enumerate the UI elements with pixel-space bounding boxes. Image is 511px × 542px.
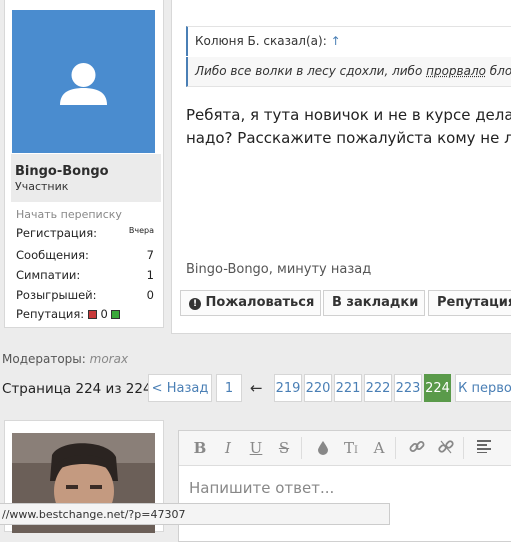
italic-icon[interactable]: I bbox=[217, 439, 239, 457]
username[interactable]: Bingo-Bongo bbox=[15, 164, 109, 179]
stat-value: Вчера bbox=[128, 226, 154, 235]
stat-value: 1 bbox=[146, 268, 154, 282]
stat-label: Симпатии: bbox=[16, 268, 81, 282]
quote-link[interactable]: прорвало bbox=[426, 64, 486, 78]
toolbar-divider bbox=[395, 437, 396, 459]
message-text: Ребята, я тута новичок и не в курсе дела… bbox=[186, 104, 511, 150]
align-icon[interactable] bbox=[473, 439, 495, 457]
alert-icon: ! bbox=[189, 298, 201, 310]
stat-label: Репутация: bbox=[16, 307, 85, 321]
stat-giveaways: Розыгрышей: 0 bbox=[16, 288, 156, 302]
toolbar-divider bbox=[463, 437, 464, 459]
current-page[interactable]: 224 bbox=[424, 374, 451, 402]
avatar[interactable] bbox=[12, 10, 155, 153]
prev-page-button[interactable]: < Назад bbox=[148, 374, 212, 402]
pagination: Страница 224 из 224 < Назад 1 ← 219 220 … bbox=[0, 374, 511, 404]
stat-likes: Симпатии: 1 bbox=[16, 268, 156, 282]
page-link[interactable]: 223 bbox=[394, 374, 422, 402]
ellipsis-arrow-icon: ← bbox=[250, 379, 263, 397]
report-button[interactable]: ! Пожаловаться bbox=[180, 290, 321, 316]
stat-reputation: Репутация: 0 bbox=[16, 307, 156, 321]
stat-messages: Сообщения: 7 bbox=[16, 248, 156, 262]
stat-label: Розыгрышей: bbox=[16, 288, 97, 302]
color-icon[interactable] bbox=[312, 439, 334, 459]
reputation-value: 0 bbox=[100, 307, 108, 321]
link-icon[interactable] bbox=[406, 439, 428, 459]
page-link[interactable]: 1 bbox=[216, 374, 242, 402]
reputation-minus-icon[interactable] bbox=[87, 310, 97, 319]
reply-input-placeholder[interactable]: Напишите ответ... bbox=[189, 479, 334, 497]
reputation-button[interactable]: Репутация bbox=[428, 290, 511, 316]
page-label: Страница 224 из 224 bbox=[2, 381, 152, 397]
status-bar-url: //www.bestchange.net/?p=47307 bbox=[0, 503, 390, 525]
reputation-plus-icon[interactable] bbox=[111, 310, 121, 319]
editor-toolbar: B I U S TI A bbox=[179, 431, 511, 466]
quote-arrow-icon[interactable]: ↑ bbox=[331, 34, 341, 48]
page-link[interactable]: 222 bbox=[364, 374, 392, 402]
start-conversation-link[interactable]: Начать переписку bbox=[16, 208, 122, 221]
bookmark-button[interactable]: В закладки bbox=[323, 290, 425, 316]
quote-text-part: бло bbox=[485, 64, 511, 78]
quote-text: Либо все волки в лесу сдохли, либо прорв… bbox=[186, 57, 511, 87]
quote-header: Колюня Б. сказал(а): ↑ bbox=[186, 26, 511, 56]
page-link[interactable]: 219 bbox=[274, 374, 302, 402]
toolbar-divider bbox=[301, 437, 302, 459]
quote-text-part: Либо все волки в лесу сдохли, либо bbox=[195, 64, 427, 78]
quote-author[interactable]: Колюня Б. сказал(а): bbox=[195, 34, 327, 48]
quote-block: Колюня Б. сказал(а): ↑ Либо все волки в … bbox=[186, 26, 511, 88]
stat-label: Регистрация: bbox=[16, 226, 97, 240]
report-label: Пожаловаться bbox=[205, 295, 315, 310]
stat-value: 7 bbox=[146, 248, 154, 262]
reply-editor[interactable]: B I U S TI A Напишите ответ... bbox=[178, 430, 511, 542]
font-size-icon[interactable]: TI bbox=[340, 439, 362, 457]
page-link[interactable]: 220 bbox=[304, 374, 332, 402]
message-line: Ребята, я тута новичок и не в курсе дела… bbox=[186, 106, 511, 124]
font-icon[interactable]: A bbox=[368, 439, 390, 457]
stat-registration: Регистрация: Вчера bbox=[16, 226, 156, 240]
bold-icon[interactable]: B bbox=[189, 439, 211, 457]
user-placeholder-icon bbox=[60, 63, 107, 105]
page-link[interactable]: 221 bbox=[334, 374, 362, 402]
underline-icon[interactable]: U bbox=[245, 439, 267, 457]
strike-icon[interactable]: S bbox=[273, 439, 295, 457]
moderator-link[interactable]: morax bbox=[90, 352, 128, 366]
username-block: Bingo-Bongo Участник bbox=[11, 154, 161, 202]
post-meta[interactable]: Bingo-Bongo, минуту назад bbox=[186, 262, 371, 277]
first-unread-link[interactable]: К перво bbox=[455, 374, 511, 402]
message-post: Bingo-Bongo Участник Начать переписку Ре… bbox=[0, 0, 511, 334]
message-line: надо? Расскажите пожалуйста кому не лен bbox=[186, 129, 511, 147]
moderators-label: Модераторы: bbox=[2, 352, 86, 366]
user-role: Участник bbox=[15, 180, 69, 193]
stat-value: 0 bbox=[146, 288, 154, 302]
unlink-icon[interactable] bbox=[435, 439, 457, 459]
stat-label: Сообщения: bbox=[16, 248, 89, 262]
moderators-line: Модераторы: morax bbox=[2, 352, 128, 366]
